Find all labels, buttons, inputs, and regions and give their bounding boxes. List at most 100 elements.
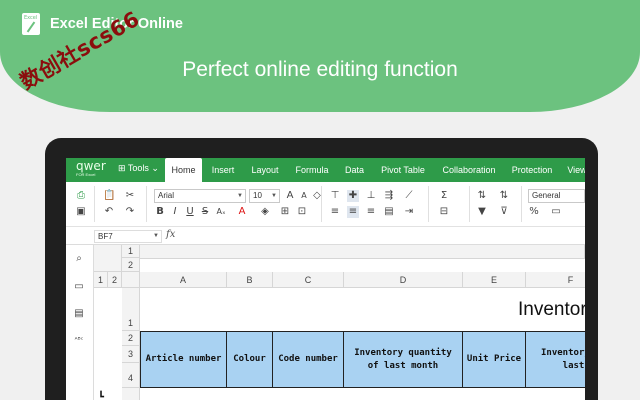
laptop-frame: qwer FOR Excel ⊞ Tools ⌄ Home Insert Lay…: [45, 138, 598, 400]
column-header[interactable]: B: [227, 272, 273, 288]
align-left-icon[interactable]: ≡: [329, 206, 341, 218]
cut-icon[interactable]: ✂: [124, 190, 136, 202]
currency-icon[interactable]: ▭: [550, 206, 562, 218]
row-header[interactable]: 2: [122, 331, 140, 346]
bold-icon[interactable]: B: [154, 206, 166, 218]
wrap-text-icon[interactable]: ⇶: [383, 190, 395, 202]
app-screen: qwer FOR Excel ⊞ Tools ⌄ Home Insert Lay…: [66, 158, 585, 400]
header-cell[interactable]: Article number: [140, 331, 227, 388]
column-header[interactable]: E: [463, 272, 526, 288]
row-header[interactable]: 1: [122, 288, 140, 331]
sum-icon[interactable]: Σ: [438, 190, 450, 202]
merge-icon[interactable]: ⊡: [296, 206, 308, 218]
group-level-2-top[interactable]: 2: [122, 258, 140, 272]
divider: [521, 186, 522, 222]
comment-icon[interactable]: ▭: [73, 281, 85, 293]
tab-protection[interactable]: Protection: [508, 158, 556, 182]
pen-icon: [26, 21, 36, 33]
chevron-down-icon: ⌄: [151, 163, 159, 173]
paste-icon[interactable]: 📋: [103, 190, 115, 202]
column-header[interactable]: D: [344, 272, 463, 288]
ribbon-toolbar: ⎙ ▣ 📋 ✂ ↶ ↷ Arial ▼ 10 ▼ A A ◇ B I U S A…: [66, 182, 585, 227]
clear-filter-icon[interactable]: ⊽: [498, 206, 510, 218]
redo-icon[interactable]: ↷: [124, 206, 136, 218]
decrease-font-icon[interactable]: A: [298, 190, 310, 202]
font-family-value: Arial: [158, 191, 175, 200]
align-middle-icon[interactable]: ✚: [347, 190, 359, 202]
row-header-corner: [122, 272, 140, 288]
font-color-icon[interactable]: A: [236, 206, 248, 218]
column-header[interactable]: C: [273, 272, 344, 288]
sort-ascending-icon[interactable]: ⇅: [476, 190, 488, 202]
search-icon[interactable]: ⌕: [73, 253, 85, 265]
align-right-icon[interactable]: ≡: [365, 206, 377, 218]
corner-cell: [94, 245, 122, 272]
font-family-select[interactable]: Arial ▼: [154, 189, 246, 203]
promo-canvas: Excel Excel Editor Online Perfect online…: [0, 0, 640, 400]
indent-icon[interactable]: ⇥: [403, 206, 415, 218]
fill-color-icon[interactable]: ◈: [259, 206, 271, 218]
align-top-icon[interactable]: ⊤: [329, 190, 341, 202]
column-header[interactable]: A: [140, 272, 227, 288]
divider: [321, 186, 322, 222]
data-row[interactable]: [140, 388, 585, 400]
tab-layout[interactable]: Layout: [248, 158, 282, 182]
justify-icon[interactable]: ▤: [383, 206, 395, 218]
increase-font-icon[interactable]: A: [284, 190, 296, 202]
sort-descending-icon[interactable]: ⇅: [498, 190, 510, 202]
logo-label: Excel: [24, 15, 38, 21]
group-collapse-icon[interactable]: ┗: [98, 392, 104, 400]
group-level-1-left[interactable]: 1: [94, 272, 108, 288]
header-cell[interactable]: Code number: [273, 331, 344, 388]
font-size-select[interactable]: 10 ▼: [249, 189, 280, 203]
group-level-2-left[interactable]: 2: [108, 272, 122, 288]
text-direction-icon[interactable]: ⟋: [403, 190, 415, 202]
group-level-1-top[interactable]: 1: [122, 245, 140, 258]
excel-logo-icon: Excel: [22, 13, 40, 35]
tab-view[interactable]: View: [566, 158, 585, 182]
percent-icon[interactable]: %: [528, 206, 540, 218]
brand-name: qwer: [76, 159, 106, 173]
align-center-icon[interactable]: ≡: [347, 206, 359, 218]
row-header[interactable]: 3: [122, 346, 140, 363]
spreadsheet-grid: 1 2 1 2 A B C D E F 1 2 3 4 ┗ Inventory: [94, 245, 585, 400]
font-size-value: 10: [253, 191, 262, 200]
header-cell[interactable]: Colour: [227, 331, 273, 388]
border-icon[interactable]: ⊞: [279, 206, 291, 218]
tab-data[interactable]: Data: [342, 158, 367, 182]
tab-home[interactable]: Home: [165, 158, 202, 182]
group-bar: [140, 245, 585, 259]
superscript-icon[interactable]: Aₓ: [215, 206, 227, 218]
divider: [94, 186, 95, 222]
name-box[interactable]: BF7 ▼: [94, 230, 162, 243]
chat-icon[interactable]: ▤: [73, 308, 85, 320]
function-icon[interactable]: ⊟: [438, 206, 450, 218]
tools-menu[interactable]: ⊞ Tools ⌄: [118, 163, 159, 174]
align-bottom-icon[interactable]: ⊥: [365, 190, 377, 202]
formula-bar: BF7 ▼ fx: [66, 227, 585, 245]
undo-icon[interactable]: ↶: [103, 206, 115, 218]
tab-pivot-table[interactable]: Pivot Table: [378, 158, 428, 182]
strikethrough-icon[interactable]: S: [199, 206, 211, 218]
spellcheck-icon[interactable]: ᴬᴮᶜ: [73, 334, 85, 346]
row-header[interactable]: [122, 388, 140, 400]
number-format-select[interactable]: General: [528, 189, 585, 203]
italic-icon[interactable]: I: [169, 206, 181, 218]
tab-formula[interactable]: Formula: [293, 158, 331, 182]
divider: [469, 186, 470, 222]
row-header[interactable]: 4: [122, 363, 140, 388]
column-header[interactable]: F: [526, 272, 585, 288]
tab-insert[interactable]: Insert: [208, 158, 238, 182]
save-icon[interactable]: ▣: [75, 206, 87, 218]
header-cell[interactable]: Inventory quantity of last month: [344, 331, 463, 388]
divider: [146, 186, 147, 222]
chevron-down-icon: ▼: [237, 193, 243, 199]
underline-icon[interactable]: U: [184, 206, 196, 218]
header-cell[interactable]: Unit Price: [463, 331, 526, 388]
filter-icon[interactable]: ▼: [476, 206, 488, 218]
chevron-down-icon: ▼: [153, 233, 159, 239]
divider: [428, 186, 429, 222]
print-icon[interactable]: ⎙: [75, 190, 87, 202]
tab-collaboration[interactable]: Collaboration: [439, 158, 499, 182]
header-cell[interactable]: Inventory of last: [526, 331, 585, 388]
